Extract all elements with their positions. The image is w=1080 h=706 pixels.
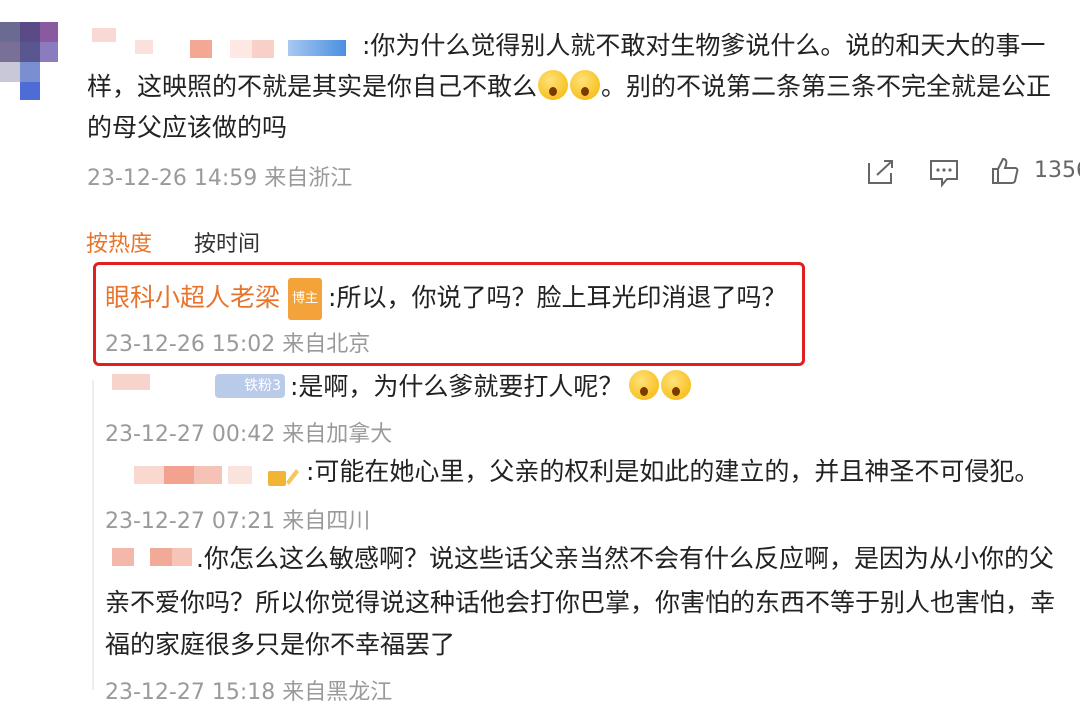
reply-4-text-line-1: .你怎么这么敏感啊？说这些话父亲当然不会有什么反应啊，是因为从小你的父 xyxy=(196,544,1054,573)
blogger-badge: 博主 xyxy=(288,278,323,320)
crying-laughing-emoji-icon xyxy=(661,370,692,400)
reply-2-username-redacted[interactable] xyxy=(112,374,150,390)
comment-icon[interactable] xyxy=(928,158,960,192)
reply-3-text: :可能在她心里，父亲的权利是如此的建立的，并且神圣不可侵犯。 xyxy=(306,457,1040,486)
shocked-emoji-icon xyxy=(570,70,601,100)
like-count: 1356 xyxy=(1034,158,1080,183)
comment-text-line-1: :你为什么觉得别人就不敢对生物爹说什么。说的和天大的事一 xyxy=(362,31,1046,60)
reply-1-text: :所以，你说了吗？脸上耳光印消退了吗？ xyxy=(328,283,787,312)
comment-text-line-2a: 样，这映照的不就是其实是你自己不敢么 xyxy=(87,72,538,101)
comment-text-line-2b: 。别的不说第二条第三条不完全就是公正 xyxy=(601,72,1052,101)
tab-sort-time[interactable]: 按时间 xyxy=(194,226,260,258)
reply-4-timestamp: 23-12-27 15:18 来自黑龙江 xyxy=(105,680,393,705)
reply-1-timestamp: 23-12-26 15:02 来自北京 xyxy=(105,332,371,357)
comment-text-line-2: 样，这映照的不就是其实是你自己不敢么 。别的不说第二条第三条不完全就是公正 xyxy=(87,67,1051,107)
reply-3-timestamp: 23-12-27 07:21 来自四川 xyxy=(105,509,371,534)
reply-2-text: :是啊，为什么爹就要打人呢？ xyxy=(290,367,692,407)
reply-4-text-line-2: 亲不爱你吗？所以你觉得说这种话他会打你巴掌，你害怕的东西不等于别人也害怕，幸 xyxy=(105,588,1056,617)
avatar[interactable] xyxy=(0,22,60,102)
like-button[interactable]: 1356 xyxy=(990,156,1080,190)
reply-author-name[interactable]: 眼科小超人老梁 xyxy=(105,283,280,312)
comment-timestamp: 23-12-26 14:59 来自浙江 xyxy=(87,166,353,191)
thumbs-up-icon xyxy=(992,157,1019,184)
iron-fan-badge: 铁粉3 xyxy=(215,374,285,398)
reply-4-text-line-3: 福的家庭很多只是你不幸福罢了 xyxy=(105,630,456,659)
tab-sort-hot[interactable]: 按热度 xyxy=(86,226,152,258)
reply-2-text-body: :是啊，为什么爹就要打人呢？ xyxy=(290,372,624,401)
comment-text-line-3: 的母父应该做的吗 xyxy=(87,113,288,142)
crying-laughing-emoji-icon xyxy=(629,370,660,400)
reply-2-timestamp: 23-12-27 00:42 来自加拿大 xyxy=(105,422,393,447)
pencil-badge-icon xyxy=(268,466,300,488)
reply-1: 眼科小超人老梁 博主:所以，你说了吗？脸上耳光印消退了吗？ xyxy=(105,278,786,320)
share-icon[interactable] xyxy=(866,158,896,190)
thread-line xyxy=(92,380,94,690)
shocked-emoji-icon xyxy=(538,70,569,100)
